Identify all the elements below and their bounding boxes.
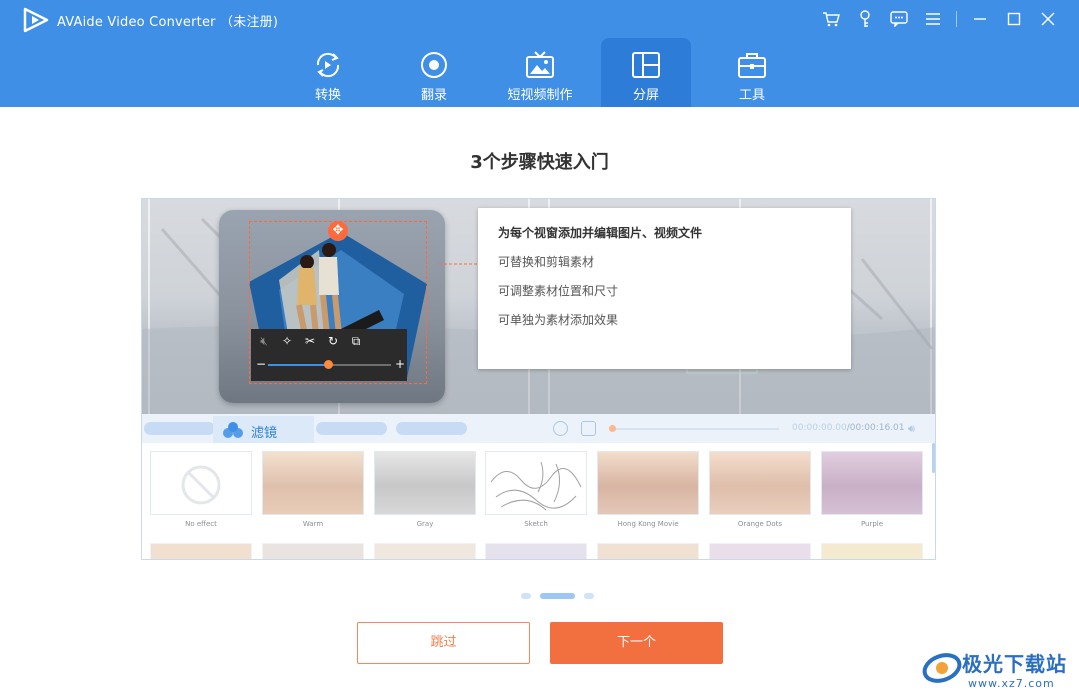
- tab-convert-label: 转换: [314, 88, 341, 103]
- no-effect-icon: [181, 465, 221, 505]
- connector-line: [439, 263, 477, 265]
- tab-filter-label: 滤镜: [251, 426, 278, 441]
- cart-icon[interactable]: [814, 7, 848, 31]
- tab-filter[interactable]: 滤镜: [213, 416, 314, 443]
- title-bar: AVAide Video Converter （未注册) 转换 翻录 短视频制作…: [0, 0, 1079, 107]
- filter-thumb[interactable]: [821, 543, 923, 559]
- feedback-icon[interactable]: [882, 7, 916, 31]
- filter-label: Gray: [416, 520, 434, 528]
- filter-label: Sketch: [524, 520, 548, 528]
- filter-purple[interactable]: [821, 451, 923, 515]
- tip-item: 可替换和剪辑素材: [498, 255, 595, 269]
- watermark: 极光下载站 www.xz7.com: [920, 640, 1075, 698]
- page-title: 3个步骤快速入门: [470, 152, 609, 173]
- filter-label: Orange Dots: [737, 520, 783, 528]
- filter-grid: No effect Warm Gray Sketch Hong Kong Mov…: [142, 443, 935, 559]
- filter-label: Warm: [302, 520, 324, 528]
- divider: [956, 11, 957, 27]
- filter-thumb[interactable]: [597, 543, 699, 559]
- key-icon[interactable]: [848, 7, 882, 31]
- rotate-icon[interactable]: ↻: [326, 334, 340, 348]
- stop-icon[interactable]: [581, 421, 596, 436]
- player-bar: 滤镜 00:00:00.00/00:00:16.01 🔊︎: [142, 415, 935, 443]
- tab-ripper[interactable]: 翻录: [389, 38, 479, 107]
- tab-mv[interactable]: 短视频制作: [495, 38, 585, 107]
- filter-icon: [223, 422, 243, 438]
- step-pager: [0, 593, 1079, 599]
- play-icon[interactable]: [553, 421, 568, 436]
- tip-heading: 为每个视窗添加并编辑图片、视频文件: [498, 226, 703, 240]
- toolbox-icon: [738, 53, 766, 78]
- tab-convert[interactable]: 转换: [283, 38, 373, 107]
- filter-thumb[interactable]: [709, 543, 811, 559]
- filter-label: Hong Kong Movie: [617, 520, 679, 528]
- tip-card: 为每个视窗添加并编辑图片、视频文件 可替换和剪辑素材 可调整素材位置和尺寸 可单…: [478, 208, 851, 369]
- filter-hong-kong-movie[interactable]: [597, 451, 699, 515]
- filter-thumb[interactable]: [262, 543, 364, 559]
- pager-dot[interactable]: [584, 593, 594, 599]
- menu-icon[interactable]: [916, 7, 950, 31]
- clip-toolbar: 🔇︎ ✧ ✂ ↻ ⧉ − +: [251, 329, 407, 381]
- scissors-icon[interactable]: ✂: [303, 334, 317, 348]
- app-logo-icon: [23, 7, 49, 33]
- filter-no-effect[interactable]: [150, 451, 252, 515]
- filter-warm[interactable]: [262, 451, 364, 515]
- filter-sketch[interactable]: [485, 451, 587, 515]
- tutorial-illustration: ✥ 🔇︎ ✧ ✂ ↻ ⧉ − + 为每个视窗添加并编辑图片、视频文件 可替换和剪…: [141, 198, 936, 560]
- volume-icon[interactable]: 🔊︎: [908, 422, 922, 436]
- tab-toolbox-label: 工具: [738, 88, 765, 103]
- tab-mv-label: 短视频制作: [507, 88, 573, 103]
- scrollbar[interactable]: [932, 443, 935, 473]
- watermark-text: 极光下载站: [962, 652, 1067, 676]
- volume-down-icon[interactable]: −: [256, 358, 266, 370]
- filter-orange-dots[interactable]: [709, 451, 811, 515]
- app-title: AVAide Video Converter （未注册): [57, 15, 279, 30]
- window-controls: [814, 7, 1065, 31]
- next-button[interactable]: 下一个: [550, 622, 723, 664]
- filter-thumb[interactable]: [374, 543, 476, 559]
- replace-icon[interactable]: ⧉: [349, 334, 363, 348]
- mv-icon: [526, 51, 554, 78]
- pager-dot-active[interactable]: [540, 593, 575, 599]
- watermark-logo-icon: [922, 653, 962, 683]
- minimize-icon[interactable]: [963, 7, 997, 31]
- volume-knob[interactable]: [324, 360, 333, 369]
- maximize-icon[interactable]: [997, 7, 1031, 31]
- tab-collage-label: 分屏: [632, 88, 659, 103]
- skip-button[interactable]: 跳过: [357, 622, 530, 664]
- pager-dot[interactable]: [521, 593, 531, 599]
- progress-bar[interactable]: [612, 428, 779, 430]
- volume-up-icon[interactable]: +: [395, 358, 405, 370]
- filter-label: Purple: [860, 520, 884, 528]
- tip-item: 可单独为素材添加效果: [498, 313, 619, 327]
- ripper-icon: [421, 52, 447, 78]
- collage-icon: [632, 52, 660, 78]
- progress-knob[interactable]: [609, 425, 616, 432]
- filter-gray[interactable]: [374, 451, 476, 515]
- main-nav: 转换 翻录 短视频制作 分屏 工具: [0, 38, 1079, 107]
- time-display: 00:00:00.00/00:00:16.01: [792, 423, 905, 433]
- close-icon[interactable]: [1031, 7, 1065, 31]
- move-icon[interactable]: ✥: [328, 221, 348, 241]
- mute-icon[interactable]: 🔇︎: [257, 334, 271, 348]
- filter-label: No effect: [185, 520, 217, 528]
- filter-thumb[interactable]: [150, 543, 252, 559]
- convert-icon: [316, 52, 340, 78]
- magic-wand-icon[interactable]: ✧: [280, 334, 294, 348]
- tip-item: 可调整素材位置和尺寸: [498, 284, 619, 298]
- tab-ripper-label: 翻录: [420, 88, 447, 103]
- volume-slider[interactable]: [268, 360, 391, 369]
- sketch-thumb: [490, 461, 582, 511]
- tab-collage[interactable]: 分屏: [601, 38, 691, 107]
- tab-toolbox[interactable]: 工具: [707, 38, 797, 107]
- filter-thumb[interactable]: [485, 543, 587, 559]
- watermark-url: www.xz7.com: [968, 677, 1055, 690]
